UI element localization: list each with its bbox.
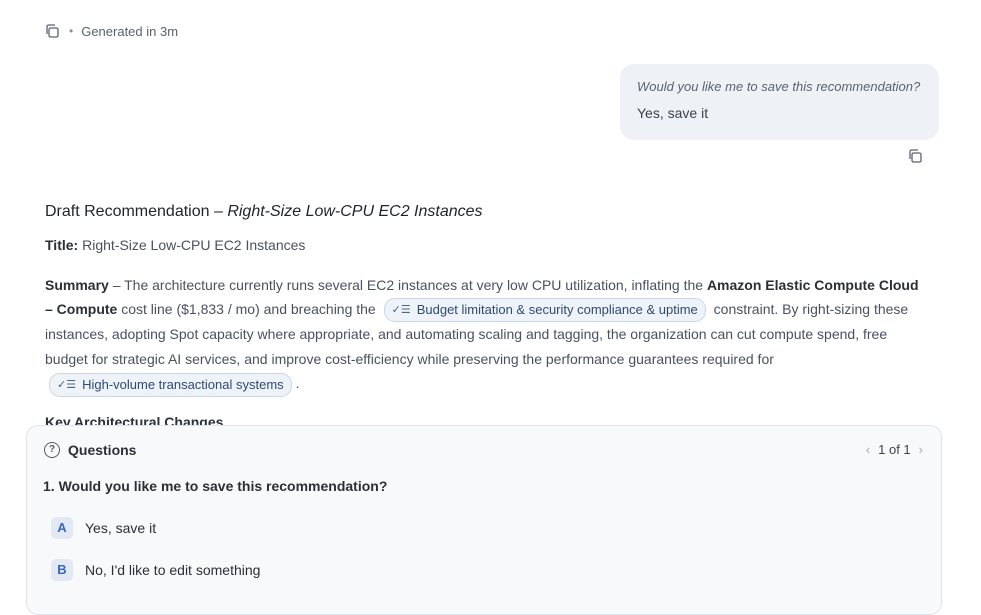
meta-separator: • [69, 24, 74, 38]
option-yes-save[interactable]: A Yes, save it [51, 517, 156, 539]
constraint-chip[interactable]: ✓☰ Budget limitation & security complianc… [383, 298, 706, 323]
questions-panel: ? Questions ‹ 1 of 1 › 1. Would you like… [26, 425, 942, 615]
question-text: 1. Would you like me to save this recomm… [43, 478, 388, 494]
heading-prefix: Draft Recommendation – [45, 203, 228, 220]
requirement-chip[interactable]: ✓☰ High-volume transactional systems [49, 372, 292, 397]
option-letter: B [51, 559, 73, 581]
draft-recommendation: Draft Recommendation – Right-Size Low-CP… [45, 200, 925, 397]
questions-title: Questions [68, 442, 137, 458]
summary-label: Summary [45, 276, 109, 293]
question-pager: ‹ 1 of 1 › [866, 442, 923, 457]
title-label: Title: [45, 237, 79, 253]
chevron-right-icon[interactable]: › [919, 442, 923, 457]
checklist-icon: ✓☰ [391, 304, 411, 317]
summary-text: – The architecture currently runs severa… [108, 276, 707, 293]
summary-paragraph: Summary – The architecture currently run… [45, 273, 925, 397]
chip-label: Budget limitation & security compliance … [416, 302, 698, 318]
copy-icon[interactable] [907, 148, 923, 164]
generation-status: Generated in 3m [81, 23, 179, 39]
chip-label: High-volume transactional systems [82, 376, 284, 392]
quoted-question: Would you like me to save this recommend… [637, 79, 921, 94]
option-label: Yes, save it [85, 520, 157, 536]
option-letter: A [51, 517, 73, 539]
heading-title: Right-Size Low-CPU EC2 Instances [227, 203, 483, 220]
checklist-icon: ✓☰ [57, 378, 77, 391]
copy-icon[interactable] [44, 23, 60, 39]
questions-header: ? Questions [44, 442, 136, 458]
question-circle-icon: ? [44, 442, 60, 458]
summary-text: cost line ($1,833 / mo) and breaching th… [117, 301, 380, 317]
option-edit[interactable]: B No, I'd like to edit something [51, 559, 260, 581]
title-value: Right-Size Low-CPU EC2 Instances [78, 237, 306, 253]
title-line: Title: Right-Size Low-CPU EC2 Instances [45, 233, 925, 258]
user-answer: Yes, save it [637, 105, 709, 121]
draft-heading: Draft Recommendation – Right-Size Low-CP… [45, 200, 925, 224]
summary-end: . [295, 375, 300, 392]
pager-count: 1 of 1 [878, 442, 911, 457]
option-label: No, I'd like to edit something [85, 562, 261, 578]
chevron-left-icon[interactable]: ‹ [866, 442, 870, 457]
user-message-bubble: Would you like me to save this recommend… [620, 64, 939, 140]
generation-meta: • Generated in 3m [44, 22, 178, 40]
